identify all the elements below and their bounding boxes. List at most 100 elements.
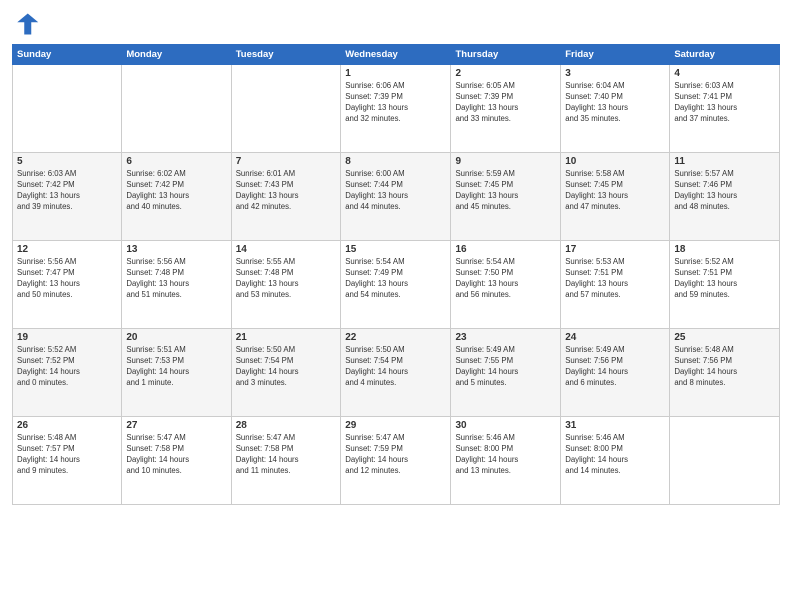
logo-icon (12, 10, 40, 38)
day-info: Sunrise: 5:55 AM Sunset: 7:48 PM Dayligh… (236, 257, 336, 301)
day-info: Sunrise: 5:54 AM Sunset: 7:50 PM Dayligh… (455, 257, 556, 301)
calendar-cell: 24 Sunrise: 5:49 AM Sunset: 7:56 PM Dayli… (561, 329, 670, 417)
day-info: Sunrise: 5:52 AM Sunset: 7:52 PM Dayligh… (17, 345, 117, 389)
weekday-header-friday: Friday (561, 45, 670, 65)
day-info: Sunrise: 6:04 AM Sunset: 7:40 PM Dayligh… (565, 81, 665, 125)
day-number: 7 (236, 156, 336, 167)
weekday-header-thursday: Thursday (451, 45, 561, 65)
header (12, 10, 780, 38)
day-number: 18 (674, 244, 775, 255)
calendar-cell: 22 Sunrise: 5:50 AM Sunset: 7:54 PM Dayli… (341, 329, 451, 417)
day-info: Sunrise: 5:58 AM Sunset: 7:45 PM Dayligh… (565, 169, 665, 213)
calendar-cell: 25Sunrise: 5:48 AM Sunset: 7:56 PM Dayli… (670, 329, 780, 417)
day-number: 2 (455, 68, 556, 79)
day-info: Sunrise: 6:03 AM Sunset: 7:42 PM Dayligh… (17, 169, 117, 213)
day-number: 20 (126, 332, 226, 343)
day-info: Sunrise: 5:46 AM Sunset: 8:00 PM Dayligh… (565, 433, 665, 477)
calendar-cell (122, 65, 231, 153)
calendar-cell: 6Sunrise: 6:02 AM Sunset: 7:42 PM Daylig… (122, 153, 231, 241)
calendar-cell: 26Sunrise: 5:48 AM Sunset: 7:57 PM Dayli… (13, 417, 122, 505)
day-number: 30 (455, 420, 556, 431)
day-info: Sunrise: 5:53 AM Sunset: 7:51 PM Dayligh… (565, 257, 665, 301)
calendar-cell: 11 Sunrise: 5:57 AM Sunset: 7:46 PM Dayli… (670, 153, 780, 241)
calendar-cell: 27Sunrise: 5:47 AM Sunset: 7:58 PM Dayli… (122, 417, 231, 505)
day-number: 8 (345, 156, 446, 167)
calendar-cell: 30 Sunrise: 5:46 AM Sunset: 8:00 PM Dayli… (451, 417, 561, 505)
week-row-4: 19 Sunrise: 5:52 AM Sunset: 7:52 PM Dayli… (13, 329, 780, 417)
week-row-1: 1 Sunrise: 6:06 AM Sunset: 7:39 PM Daylig… (13, 65, 780, 153)
day-number: 5 (17, 156, 117, 167)
day-number: 15 (345, 244, 446, 255)
day-number: 13 (126, 244, 226, 255)
weekday-header-monday: Monday (122, 45, 231, 65)
calendar-cell: 4 Sunrise: 6:03 AM Sunset: 7:41 PM Daylig… (670, 65, 780, 153)
weekday-header-wednesday: Wednesday (341, 45, 451, 65)
day-number: 29 (345, 420, 446, 431)
day-info: Sunrise: 5:47 AM Sunset: 7:59 PM Dayligh… (345, 433, 446, 477)
day-number: 21 (236, 332, 336, 343)
calendar-cell (13, 65, 122, 153)
calendar-cell: 3Sunrise: 6:04 AM Sunset: 7:40 PM Daylig… (561, 65, 670, 153)
day-info: Sunrise: 5:54 AM Sunset: 7:49 PM Dayligh… (345, 257, 446, 301)
day-number: 11 (674, 156, 775, 167)
calendar-cell: 13 Sunrise: 5:56 AM Sunset: 7:48 PM Dayli… (122, 241, 231, 329)
weekday-header-tuesday: Tuesday (231, 45, 340, 65)
day-number: 24 (565, 332, 665, 343)
day-number: 10 (565, 156, 665, 167)
day-info: Sunrise: 5:50 AM Sunset: 7:54 PM Dayligh… (345, 345, 446, 389)
day-info: Sunrise: 6:00 AM Sunset: 7:44 PM Dayligh… (345, 169, 446, 213)
week-row-5: 26Sunrise: 5:48 AM Sunset: 7:57 PM Dayli… (13, 417, 780, 505)
day-number: 22 (345, 332, 446, 343)
calendar-cell: 10 Sunrise: 5:58 AM Sunset: 7:45 PM Dayli… (561, 153, 670, 241)
day-info: Sunrise: 5:49 AM Sunset: 7:56 PM Dayligh… (565, 345, 665, 389)
calendar-cell: 16 Sunrise: 5:54 AM Sunset: 7:50 PM Dayli… (451, 241, 561, 329)
day-info: Sunrise: 5:49 AM Sunset: 7:55 PM Dayligh… (455, 345, 556, 389)
calendar-cell: 20 Sunrise: 5:51 AM Sunset: 7:53 PM Dayli… (122, 329, 231, 417)
day-number: 27 (126, 420, 226, 431)
day-number: 25 (674, 332, 775, 343)
day-info: Sunrise: 5:46 AM Sunset: 8:00 PM Dayligh… (455, 433, 556, 477)
calendar-cell: 5 Sunrise: 6:03 AM Sunset: 7:42 PM Daylig… (13, 153, 122, 241)
day-info: Sunrise: 5:50 AM Sunset: 7:54 PM Dayligh… (236, 345, 336, 389)
day-info: Sunrise: 5:56 AM Sunset: 7:48 PM Dayligh… (126, 257, 226, 301)
calendar-cell: 12Sunrise: 5:56 AM Sunset: 7:47 PM Dayli… (13, 241, 122, 329)
day-number: 9 (455, 156, 556, 167)
day-info: Sunrise: 6:05 AM Sunset: 7:39 PM Dayligh… (455, 81, 556, 125)
day-number: 31 (565, 420, 665, 431)
weekday-header-saturday: Saturday (670, 45, 780, 65)
calendar-cell: 14 Sunrise: 5:55 AM Sunset: 7:48 PM Dayli… (231, 241, 340, 329)
weekday-header-row: SundayMondayTuesdayWednesdayThursdayFrid… (13, 45, 780, 65)
calendar-cell: 1 Sunrise: 6:06 AM Sunset: 7:39 PM Daylig… (341, 65, 451, 153)
day-info: Sunrise: 5:57 AM Sunset: 7:46 PM Dayligh… (674, 169, 775, 213)
logo (12, 10, 44, 38)
calendar-cell: 19 Sunrise: 5:52 AM Sunset: 7:52 PM Dayli… (13, 329, 122, 417)
day-number: 14 (236, 244, 336, 255)
day-number: 23 (455, 332, 556, 343)
day-number: 1 (345, 68, 446, 79)
calendar-cell: 31 Sunrise: 5:46 AM Sunset: 8:00 PM Dayli… (561, 417, 670, 505)
calendar-cell: 23 Sunrise: 5:49 AM Sunset: 7:55 PM Dayli… (451, 329, 561, 417)
day-number: 16 (455, 244, 556, 255)
day-number: 28 (236, 420, 336, 431)
calendar-cell: 15 Sunrise: 5:54 AM Sunset: 7:49 PM Dayli… (341, 241, 451, 329)
calendar-table: SundayMondayTuesdayWednesdayThursdayFrid… (12, 44, 780, 505)
day-info: Sunrise: 5:51 AM Sunset: 7:53 PM Dayligh… (126, 345, 226, 389)
calendar-cell (231, 65, 340, 153)
calendar-cell: 29 Sunrise: 5:47 AM Sunset: 7:59 PM Dayli… (341, 417, 451, 505)
calendar-cell: 2 Sunrise: 6:05 AM Sunset: 7:39 PM Daylig… (451, 65, 561, 153)
day-number: 17 (565, 244, 665, 255)
day-info: Sunrise: 6:06 AM Sunset: 7:39 PM Dayligh… (345, 81, 446, 125)
day-number: 4 (674, 68, 775, 79)
week-row-3: 12Sunrise: 5:56 AM Sunset: 7:47 PM Dayli… (13, 241, 780, 329)
calendar-cell: 21 Sunrise: 5:50 AM Sunset: 7:54 PM Dayli… (231, 329, 340, 417)
day-info: Sunrise: 5:59 AM Sunset: 7:45 PM Dayligh… (455, 169, 556, 213)
day-number: 26 (17, 420, 117, 431)
calendar-cell (670, 417, 780, 505)
day-info: Sunrise: 5:47 AM Sunset: 7:58 PM Dayligh… (236, 433, 336, 477)
day-number: 6 (126, 156, 226, 167)
calendar-cell: 18Sunrise: 5:52 AM Sunset: 7:51 PM Dayli… (670, 241, 780, 329)
calendar-cell: 17 Sunrise: 5:53 AM Sunset: 7:51 PM Dayli… (561, 241, 670, 329)
calendar-cell: 9 Sunrise: 5:59 AM Sunset: 7:45 PM Daylig… (451, 153, 561, 241)
day-info: Sunrise: 6:03 AM Sunset: 7:41 PM Dayligh… (674, 81, 775, 125)
day-number: 19 (17, 332, 117, 343)
